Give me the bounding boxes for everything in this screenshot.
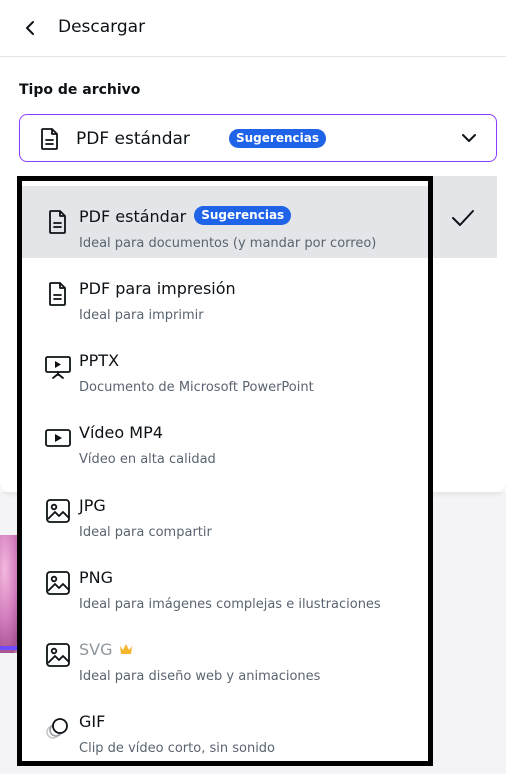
option-jpg[interactable]: JPG Ideal para compartir <box>22 475 428 547</box>
back-button[interactable] <box>16 14 44 42</box>
option-subtitle: Ideal para compartir <box>79 525 212 540</box>
suggestion-badge: Sugerencias <box>229 129 326 148</box>
option-mp4-video[interactable]: Vídeo MP4 Vídeo en alta calidad <box>22 402 428 474</box>
option-title: JPG <box>79 496 106 515</box>
image-icon <box>46 499 70 523</box>
file-type-dropdown: PDF estándar Sugerencias Ideal para docum… <box>17 176 433 766</box>
file-type-select[interactable]: PDF estándar Sugerencias <box>19 114 497 162</box>
option-pdf-standard[interactable]: PDF estándar Sugerencias Ideal para docum… <box>22 186 428 258</box>
panel-header: Descargar <box>0 0 506 57</box>
document-icon <box>49 282 66 306</box>
option-title: GIF <box>79 712 106 731</box>
option-title: PDF para impresión <box>79 279 236 298</box>
option-pptx[interactable]: PPTX Documento de Microsoft PowerPoint <box>22 330 428 402</box>
option-pdf-print[interactable]: PDF para impresión Ideal para imprimir <box>22 258 428 330</box>
presentation-icon <box>45 356 71 379</box>
option-png[interactable]: PNG Ideal para imágenes complejas e ilus… <box>22 547 428 619</box>
image-icon <box>46 643 70 667</box>
panel-title: Descargar <box>58 17 146 37</box>
option-subtitle: Ideal para imágenes complejas e ilustrac… <box>79 597 381 612</box>
option-title: SVG <box>79 640 133 659</box>
document-icon <box>41 128 58 150</box>
suggestion-badge: Sugerencias <box>194 206 292 225</box>
video-icon <box>45 429 71 447</box>
chevron-down-icon <box>462 134 476 142</box>
check-icon <box>452 210 474 226</box>
option-subtitle: Ideal para documentos (y mandar por corr… <box>79 236 377 251</box>
gif-icon <box>46 718 68 739</box>
option-subtitle: Vídeo en alta calidad <box>79 452 216 467</box>
file-type-label: Tipo de archivo <box>19 82 141 98</box>
option-subtitle: Ideal para imprimir <box>79 308 204 323</box>
option-title: Vídeo MP4 <box>79 423 163 442</box>
option-subtitle: Clip de vídeo corto, sin sonido <box>79 741 276 756</box>
option-title: PNG <box>79 568 114 587</box>
chevron-left-icon <box>26 21 34 35</box>
image-icon <box>46 571 70 595</box>
document-icon <box>49 210 66 234</box>
option-title: PDF estándar Sugerencias <box>79 206 292 227</box>
crown-icon <box>119 643 132 654</box>
option-title: PPTX <box>79 351 120 370</box>
selected-file-type: PDF estándar <box>76 129 190 149</box>
option-svg[interactable]: SVG Ideal para diseño web y animaciones <box>22 619 428 691</box>
option-gif[interactable]: GIF Clip de vídeo corto, sin sonido <box>22 691 428 761</box>
option-subtitle: Documento de Microsoft PowerPoint <box>79 380 314 395</box>
option-subtitle: Ideal para diseño web y animaciones <box>79 669 321 684</box>
